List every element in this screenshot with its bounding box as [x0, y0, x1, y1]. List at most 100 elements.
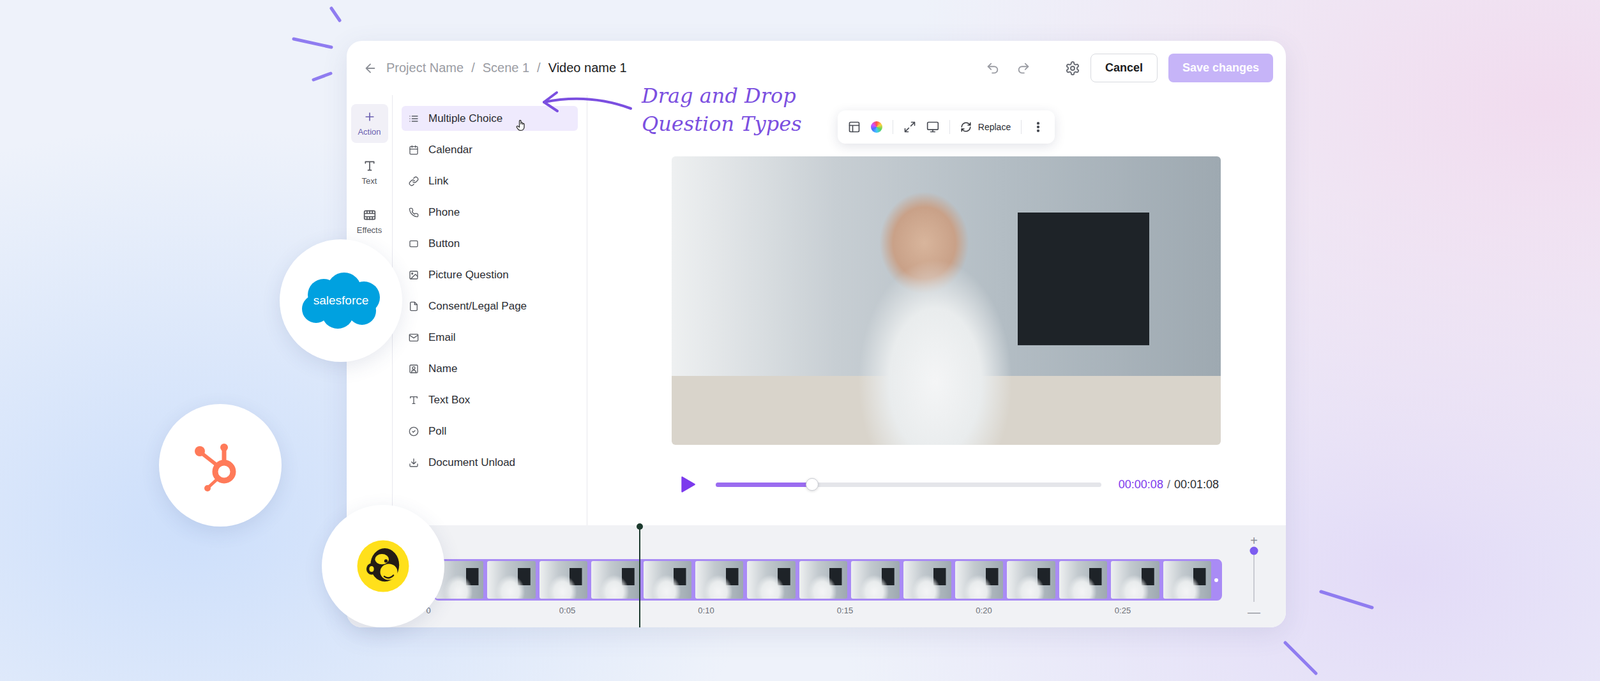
- annotation-line: Drag and Drop: [641, 81, 802, 110]
- link-icon: [408, 176, 419, 187]
- progress-fill: [715, 482, 813, 488]
- progress-track[interactable]: [715, 482, 1102, 488]
- clip-thumbnail: [1059, 561, 1108, 599]
- playhead[interactable]: [639, 525, 641, 628]
- breadcrumb-item[interactable]: Scene 1: [482, 60, 530, 76]
- clip-handle[interactable]: [1214, 578, 1219, 583]
- question-type-item[interactable]: Button: [401, 231, 578, 257]
- question-type-label: Email: [428, 331, 456, 345]
- playhead-dot[interactable]: [636, 523, 643, 530]
- color-wheel-icon[interactable]: [870, 121, 883, 133]
- question-type-list: Multiple Choice Calendar Link Phone Button Pi…: [392, 95, 588, 526]
- question-type-label: Text Box: [428, 393, 470, 407]
- clip-strip[interactable]: [433, 559, 1223, 601]
- elapsed-time: 00:00:08: [1118, 478, 1164, 492]
- zoom-knob[interactable]: [1250, 547, 1259, 556]
- progress-knob[interactable]: [805, 478, 819, 491]
- layout-icon[interactable]: [847, 120, 861, 134]
- salesforce-logo: salesforce: [279, 239, 403, 363]
- clip-thumbnail: [539, 561, 588, 599]
- more-vertical-icon[interactable]: [1031, 120, 1045, 134]
- question-type-item[interactable]: Picture Question: [401, 262, 578, 288]
- question-type-label: Link: [428, 174, 449, 188]
- mail-icon: [408, 332, 419, 343]
- document-icon: [408, 301, 419, 312]
- salesforce-cloud-icon: salesforce: [298, 270, 384, 331]
- time-ruler: 00:050:100:150:200:25: [433, 605, 1223, 622]
- breadcrumb-item: Video name 1: [548, 60, 627, 76]
- decoration-layer: [0, 0, 1600, 681]
- question-type-item[interactable]: Text Box: [401, 387, 578, 413]
- breadcrumb: Project Name/Scene 1/Video name 1: [386, 60, 627, 76]
- question-type-item[interactable]: Name: [401, 356, 578, 382]
- phone-icon: [408, 207, 419, 218]
- question-type-label: Consent/Legal Page: [428, 300, 527, 313]
- question-type-label: Picture Question: [428, 268, 509, 282]
- picture-icon: [408, 270, 419, 281]
- question-type-label: Multiple Choice: [428, 112, 503, 126]
- breadcrumb-item[interactable]: Project Name: [386, 60, 464, 76]
- time-display: 00:00:08/00:01:08: [1118, 478, 1219, 492]
- check-circle-icon: [408, 426, 419, 437]
- question-type-item[interactable]: Phone: [401, 199, 578, 225]
- header-bar: Project Name/Scene 1/Video name 1CancelS…: [346, 40, 1286, 96]
- calendar-icon: [408, 144, 419, 156]
- toolbar-divider: [949, 120, 951, 135]
- mailchimp-logo: [321, 505, 445, 628]
- hubspot-logo: [158, 404, 282, 527]
- replace-button[interactable]: Replace: [960, 121, 1011, 133]
- rail-item[interactable]: Text: [351, 153, 389, 193]
- total-time: 00:01:08: [1174, 478, 1219, 492]
- question-type-label: Phone: [428, 206, 460, 219]
- expand-icon[interactable]: [903, 120, 917, 134]
- timeline: 00:050:100:150:200:25+—: [346, 525, 1286, 628]
- question-type-item[interactable]: Poll: [401, 418, 578, 444]
- rail-item[interactable]: Action: [351, 104, 389, 144]
- button-icon: [408, 238, 419, 250]
- zoom-control: +—: [1222, 525, 1286, 628]
- zoom-track[interactable]: [1253, 550, 1255, 603]
- question-type-item[interactable]: Document Unload: [401, 450, 578, 476]
- time-separator: /: [1167, 478, 1171, 492]
- annotation-line: Question Types: [641, 109, 802, 138]
- redo-icon[interactable]: [1016, 61, 1031, 76]
- video-toolbar: Replace: [837, 110, 1055, 144]
- question-type-item[interactable]: Link: [401, 168, 578, 194]
- mailchimp-monkey-icon: [354, 537, 412, 596]
- clip-thumbnail: [903, 561, 952, 599]
- timeline-track-area: 00:050:100:150:200:25: [346, 525, 1223, 628]
- zoom-out-button[interactable]: —: [1247, 604, 1261, 620]
- player-controls: 00:00:08/00:01:08: [671, 470, 1221, 499]
- cancel-button[interactable]: Cancel: [1090, 53, 1158, 83]
- monitor-icon[interactable]: [926, 120, 940, 134]
- editor-card: Project Name / Scene 1 / Video name 1 CancelS…: [346, 40, 1286, 628]
- header-actions: CancelSave changes: [985, 53, 1274, 83]
- question-type-label: Poll: [428, 425, 447, 438]
- text-icon: [363, 159, 377, 173]
- question-type-item[interactable]: Calendar: [401, 137, 578, 163]
- zoom-in-button[interactable]: +: [1250, 533, 1258, 549]
- clip-thumbnail: [591, 561, 640, 599]
- video-frame: [671, 156, 1221, 446]
- question-type-label: Calendar: [428, 143, 473, 157]
- clip-thumbnail: [643, 561, 692, 599]
- question-type-label: Button: [428, 237, 460, 251]
- undo-icon[interactable]: [985, 61, 1000, 76]
- question-type-item[interactable]: Consent/Legal Page: [401, 293, 578, 319]
- text-icon: [408, 395, 419, 406]
- question-type-item[interactable]: Multiple Choice: [401, 105, 578, 131]
- rail-item[interactable]: Effects: [351, 202, 389, 242]
- ruler-tick: 0:15: [837, 605, 853, 616]
- play-icon[interactable]: [679, 475, 696, 494]
- plus-icon: [363, 110, 377, 124]
- question-type-label: Name: [428, 362, 458, 376]
- gear-icon[interactable]: [1064, 60, 1081, 76]
- clip-thumbnail: [1163, 561, 1212, 599]
- preview-area: Replace 00:00:08/00:01:08: [587, 95, 1286, 526]
- back-arrow-icon[interactable]: [363, 61, 378, 76]
- question-type-item[interactable]: Email: [401, 324, 578, 350]
- hand-cursor-icon: [514, 118, 528, 132]
- clip-thumbnail: [1006, 561, 1055, 599]
- toolbar-divider: [1020, 120, 1022, 135]
- breadcrumb-separator: /: [471, 60, 476, 76]
